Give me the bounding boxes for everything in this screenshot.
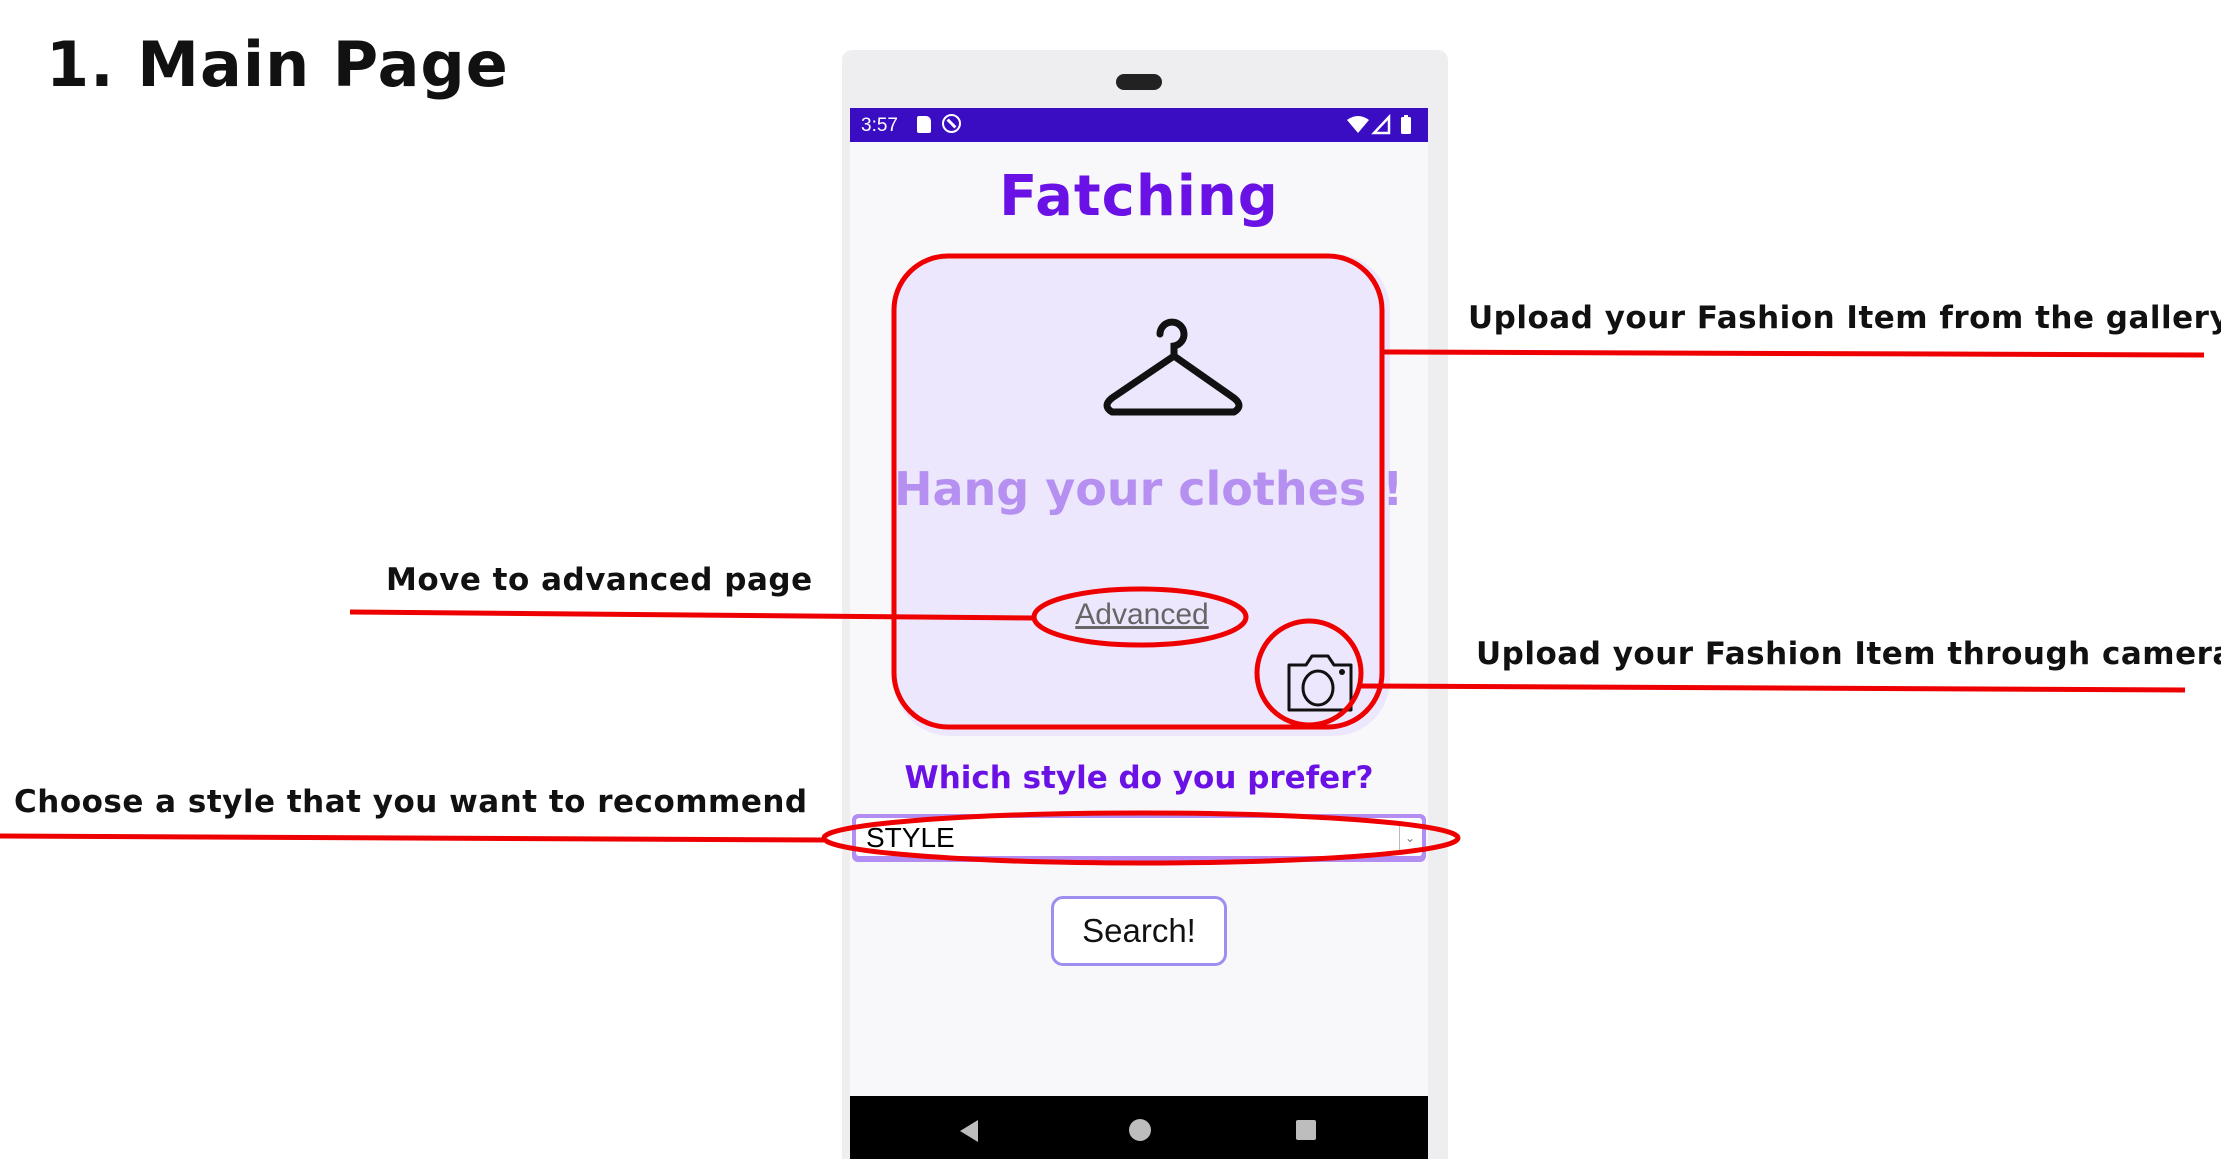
advanced-pointer-line [349,609,1035,621]
style-highlight [821,810,1461,866]
camera-highlight [1254,618,1364,728]
annotation-camera: Upload your Fashion Item through camera [1476,636,2221,672]
advanced-highlight [1031,586,1249,648]
camera-pointer-line [1360,683,2186,693]
gallery-highlight [891,253,1385,730]
annotation-gallery: Upload your Fashion Item from the galler… [1468,300,2221,336]
annotation-overlay [0,253,2205,866]
annotation-style: Choose a style that you want to recommen… [14,784,808,820]
style-pointer-line [0,833,825,843]
gallery-pointer-line [1381,349,2205,358]
annotation-advanced: Move to advanced page [386,562,813,598]
